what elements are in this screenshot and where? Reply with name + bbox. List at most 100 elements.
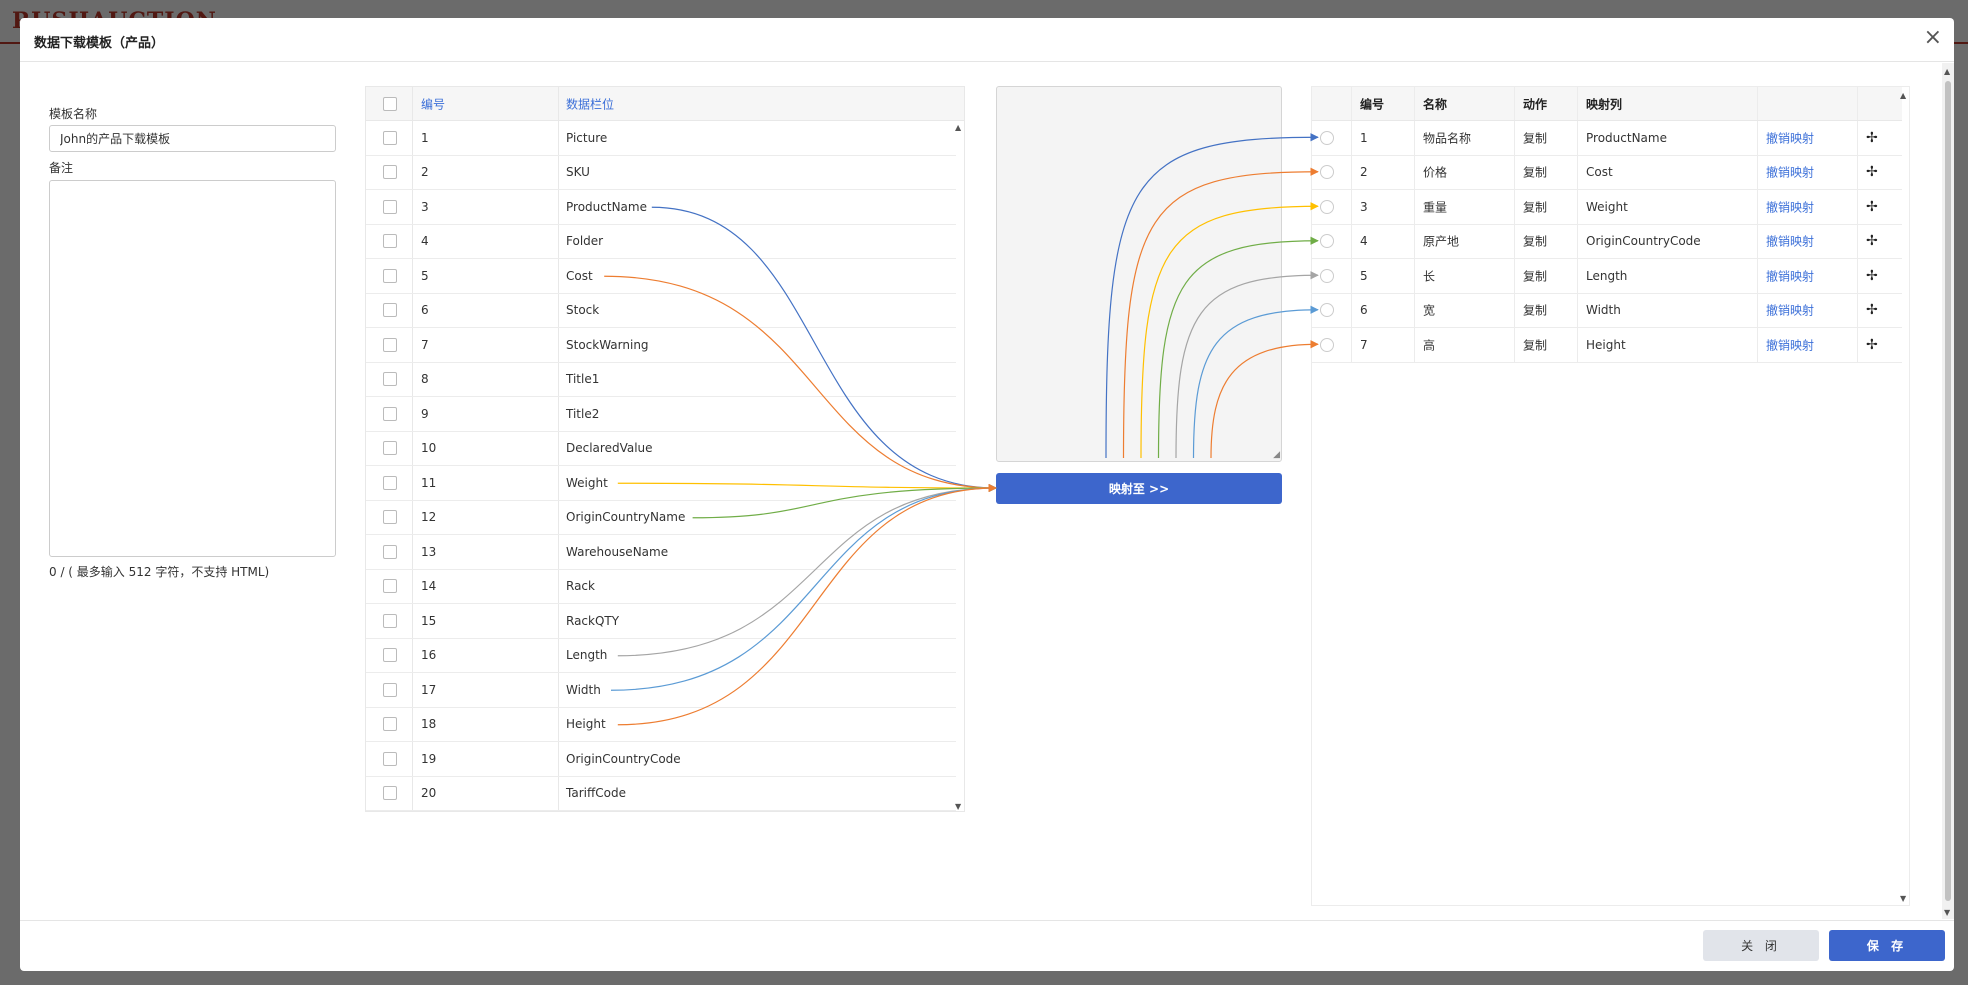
col-header-no[interactable]: 编号 xyxy=(421,95,445,112)
row-checkbox[interactable] xyxy=(383,648,397,663)
row-radio[interactable] xyxy=(1320,337,1334,352)
table-row[interactable]: 2 SKU xyxy=(366,155,956,190)
table-row[interactable]: 9 Title2 xyxy=(366,397,956,432)
row-checkbox[interactable] xyxy=(383,130,397,145)
row-field-name: Rack xyxy=(566,579,595,594)
table-row[interactable]: 3 重量 复制 Weight 撤销映射 ✢ xyxy=(1312,190,1902,225)
table-row[interactable]: 6 Stock xyxy=(366,293,956,328)
row-checkbox[interactable] xyxy=(383,441,397,456)
undo-mapping-link[interactable]: 撤销映射 xyxy=(1766,267,1814,284)
row-radio[interactable] xyxy=(1320,303,1334,318)
row-radio[interactable] xyxy=(1320,199,1334,214)
table-row[interactable]: 11 Weight xyxy=(366,466,956,501)
table-row[interactable]: 14 Rack xyxy=(366,569,956,604)
row-checkbox[interactable] xyxy=(383,682,397,697)
row-field-name: Height xyxy=(566,717,606,732)
undo-mapping-link[interactable]: 撤销映射 xyxy=(1766,302,1814,319)
row-checkbox[interactable] xyxy=(383,786,397,801)
table-row[interactable]: 12 OriginCountryName xyxy=(366,500,956,535)
remark-textarea[interactable] xyxy=(49,180,336,557)
table-row[interactable]: 7 高 复制 Height 撤销映射 ✢ xyxy=(1312,328,1902,363)
undo-mapping-link[interactable]: 撤销映射 xyxy=(1766,336,1814,353)
table-row[interactable]: 5 长 复制 Length 撤销映射 ✢ xyxy=(1312,259,1902,294)
row-action: 复制 xyxy=(1523,338,1548,353)
scroll-down-icon[interactable]: ▼ xyxy=(955,802,961,811)
col-header-field[interactable]: 数据栏位 xyxy=(566,95,614,112)
scroll-down-icon[interactable]: ▼ xyxy=(1944,908,1950,917)
scroll-up-icon[interactable]: ▲ xyxy=(1944,67,1950,76)
row-action: 复制 xyxy=(1523,234,1548,249)
move-arrows-icon[interactable]: ✢ xyxy=(1866,164,1878,180)
template-name-input[interactable] xyxy=(49,125,336,152)
row-checkbox[interactable] xyxy=(383,268,397,283)
row-checkbox[interactable] xyxy=(383,406,397,421)
mapping-canvas: ◢ xyxy=(996,86,1282,462)
move-arrows-icon[interactable]: ✢ xyxy=(1866,268,1878,284)
table-row[interactable]: 6 宽 复制 Width 撤销映射 ✢ xyxy=(1312,293,1902,328)
table-row[interactable]: 7 StockWarning xyxy=(366,328,956,363)
row-checkbox[interactable] xyxy=(383,303,397,318)
row-checkbox[interactable] xyxy=(383,199,397,214)
table-row[interactable]: 13 WarehouseName xyxy=(366,535,956,570)
row-checkbox[interactable] xyxy=(383,372,397,387)
table-row[interactable]: 10 DeclaredValue xyxy=(366,431,956,466)
move-arrows-icon[interactable]: ✢ xyxy=(1866,130,1878,146)
move-arrows-icon[interactable]: ✢ xyxy=(1866,337,1878,353)
row-checkbox[interactable] xyxy=(383,751,397,766)
table-row[interactable]: 17 Width xyxy=(366,673,956,708)
table-row[interactable]: 15 RackQTY xyxy=(366,604,956,639)
save-button[interactable]: 保 存 xyxy=(1829,930,1945,961)
row-checkbox[interactable] xyxy=(383,337,397,352)
table-row[interactable]: 20 TariffCode xyxy=(366,776,956,811)
table-row[interactable]: 1 物品名称 复制 ProductName 撤销映射 ✢ xyxy=(1312,121,1902,156)
table-row[interactable]: 19 OriginCountryCode xyxy=(366,742,956,777)
scroll-up-icon[interactable]: ▲ xyxy=(1900,91,1906,100)
table-row[interactable]: 2 价格 复制 Cost 撤销映射 ✢ xyxy=(1312,155,1902,190)
resize-grip-icon[interactable]: ◢ xyxy=(1273,450,1280,460)
modal-scrollbar[interactable]: ▲ ▼ xyxy=(1942,63,1954,919)
row-number: 5 xyxy=(421,268,429,283)
table-row[interactable]: 8 Title1 xyxy=(366,362,956,397)
map-to-button[interactable]: 映射至 >> xyxy=(996,473,1282,504)
row-checkbox[interactable] xyxy=(383,165,397,180)
undo-mapping-link[interactable]: 撤销映射 xyxy=(1766,198,1814,215)
table-row[interactable]: 4 原产地 复制 OriginCountryCode 撤销映射 ✢ xyxy=(1312,224,1902,259)
row-checkbox[interactable] xyxy=(383,579,397,594)
row-checkbox[interactable] xyxy=(383,613,397,628)
move-arrows-icon[interactable]: ✢ xyxy=(1866,302,1878,318)
row-mapped-column: ProductName xyxy=(1586,130,1667,145)
row-checkbox[interactable] xyxy=(383,475,397,490)
row-number: 3 xyxy=(1360,199,1368,214)
move-arrows-icon[interactable]: ✢ xyxy=(1866,199,1878,215)
scroll-thumb[interactable] xyxy=(1945,81,1951,901)
row-checkbox[interactable] xyxy=(383,717,397,732)
close-icon[interactable]: × xyxy=(1924,26,1942,50)
table-row[interactable]: 4 Folder xyxy=(366,224,956,259)
row-checkbox[interactable] xyxy=(383,510,397,525)
row-radio[interactable] xyxy=(1320,165,1334,180)
row-radio[interactable] xyxy=(1320,268,1334,283)
select-all-checkbox[interactable] xyxy=(383,96,397,111)
row-number: 3 xyxy=(421,199,429,214)
row-field-name: StockWarning xyxy=(566,337,649,352)
row-checkbox[interactable] xyxy=(383,544,397,559)
undo-mapping-link[interactable]: 撤销映射 xyxy=(1766,129,1814,146)
close-button[interactable]: 关 闭 xyxy=(1703,930,1819,961)
row-checkbox[interactable] xyxy=(383,234,397,249)
undo-mapping-link[interactable]: 撤销映射 xyxy=(1766,233,1814,250)
table-row[interactable]: 16 Length xyxy=(366,638,956,673)
table-row[interactable]: 18 Height xyxy=(366,707,956,742)
source-scrollbar[interactable]: ▲ ▼ xyxy=(954,121,964,811)
table-row[interactable]: 5 Cost xyxy=(366,259,956,294)
table-row[interactable]: 3 ProductName xyxy=(366,190,956,225)
row-mapped-column: OriginCountryCode xyxy=(1586,234,1701,249)
row-radio[interactable] xyxy=(1320,130,1334,145)
target-scrollbar[interactable]: ▲ ▼ xyxy=(1899,87,1909,905)
row-field-name: Width xyxy=(566,682,601,697)
row-radio[interactable] xyxy=(1320,234,1334,249)
scroll-up-icon[interactable]: ▲ xyxy=(955,123,961,132)
scroll-down-icon[interactable]: ▼ xyxy=(1900,894,1906,903)
table-row[interactable]: 1 Picture xyxy=(366,121,956,156)
move-arrows-icon[interactable]: ✢ xyxy=(1866,233,1878,249)
undo-mapping-link[interactable]: 撤销映射 xyxy=(1766,164,1814,181)
